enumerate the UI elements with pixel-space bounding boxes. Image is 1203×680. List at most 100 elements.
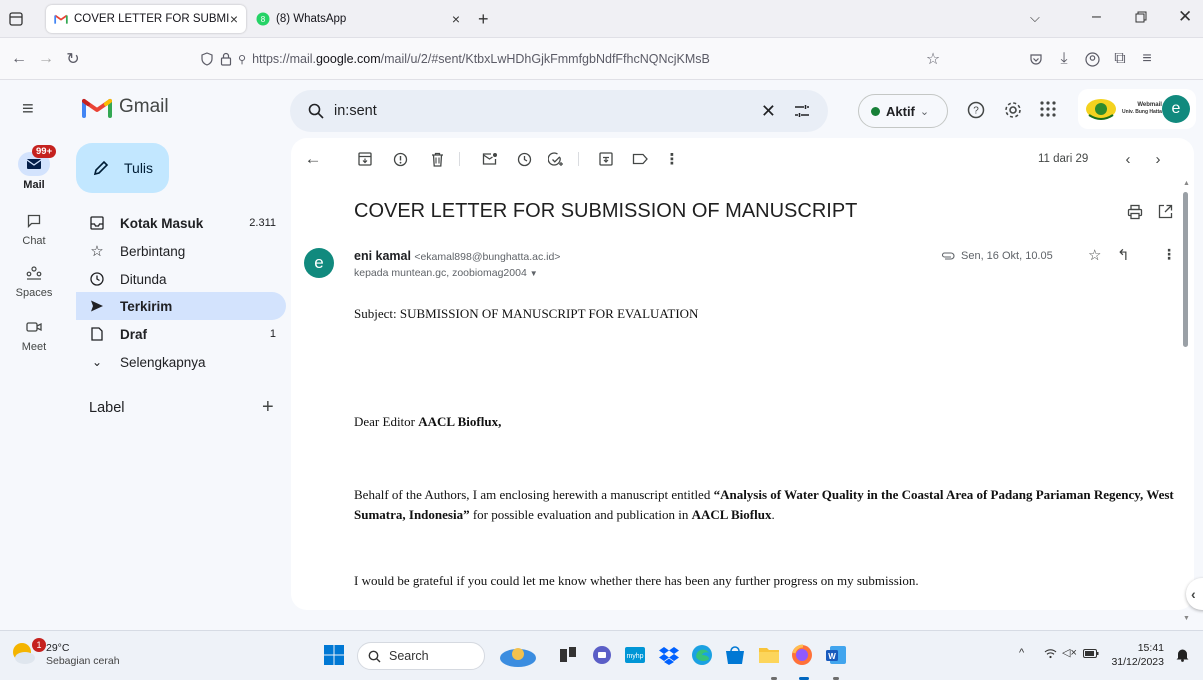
url-bar[interactable]: ⚲ https://mail. google.com/mail/u/2/#sent… — [200, 43, 945, 75]
sidebar-item-inbox[interactable]: Kotak Masuk 2.311 — [76, 209, 286, 237]
apps-grid-icon[interactable] — [1040, 101, 1056, 117]
nav-count: 1 — [269, 328, 276, 340]
meet-icon — [23, 316, 45, 338]
tab-gmail[interactable]: COVER LETTER FOR SUBMISSIO × — [46, 5, 246, 33]
back-to-list-icon[interactable]: ← — [304, 149, 322, 168]
pocket-icon[interactable] — [1025, 48, 1047, 70]
reply-icon[interactable]: ↰ — [1117, 246, 1130, 264]
forward-icon[interactable]: → — [35, 48, 57, 70]
store-icon[interactable] — [724, 644, 748, 668]
taskbar-search[interactable]: Search — [357, 642, 485, 670]
open-in-new-window-icon[interactable] — [1158, 204, 1173, 219]
message-more-icon[interactable]: ⋮ — [1162, 246, 1176, 263]
older-icon[interactable]: › — [1149, 150, 1167, 168]
search-bar[interactable]: in:sent ✕ — [290, 90, 828, 132]
sidebar-item-snoozed[interactable]: Ditunda — [76, 265, 286, 293]
sidebar-item-sent[interactable]: Terkirim — [76, 292, 286, 320]
sidebar-item-starred[interactable]: ☆ Berbintang — [76, 237, 286, 265]
scroll-down-icon[interactable]: ▼ — [1183, 615, 1190, 623]
rail-item-chat[interactable]: Chat — [0, 210, 68, 247]
reload-icon[interactable]: ↻ — [62, 48, 84, 70]
tray-overflow-icon[interactable]: ^ — [1019, 647, 1024, 659]
snooze-icon[interactable] — [515, 150, 533, 168]
sidebar-item-more[interactable]: ⌄ Selengkapnya — [76, 348, 286, 376]
p1-end: . — [771, 507, 775, 522]
main-menu-icon[interactable]: ≡ — [22, 98, 34, 121]
sidebar-item-drafts[interactable]: Draf 1 — [76, 320, 286, 348]
more-options-icon[interactable]: ⋮ — [663, 150, 681, 168]
recipients-line[interactable]: kepada muntean.gc, zoobiomag2004 ▼ — [354, 267, 538, 279]
close-window-icon[interactable]: ✕ — [1178, 7, 1192, 27]
compose-button[interactable]: Tulis — [76, 143, 169, 193]
notification-bell-icon[interactable] — [1176, 647, 1189, 662]
scrollbar[interactable]: ▲ ▼ — [1182, 180, 1190, 625]
rail-item-meet[interactable]: Meet — [0, 316, 68, 353]
file-explorer-icon[interactable] — [758, 644, 782, 668]
mail-icon: 99+ — [18, 145, 57, 176]
app-menu-icon[interactable]: ≡ — [1136, 48, 1158, 70]
search-options-icon[interactable] — [794, 104, 810, 118]
email-body: Subject: SUBMISSION OF MANUSCRIPT FOR EV… — [354, 304, 1184, 591]
star-icon[interactable]: ☆ — [1088, 246, 1101, 264]
move-to-icon[interactable] — [597, 150, 615, 168]
wifi-icon[interactable] — [1044, 648, 1057, 659]
restore-icon[interactable] — [1135, 11, 1147, 23]
word-icon[interactable]: W — [825, 644, 849, 668]
tab-overview-icon[interactable] — [8, 11, 24, 27]
minimize-icon[interactable]: – — [1092, 8, 1101, 26]
report-spam-icon[interactable] — [391, 150, 409, 168]
search-icon[interactable] — [308, 103, 324, 119]
rail-item-mail[interactable]: 99+ Mail — [0, 145, 68, 191]
svg-text:8: 8 — [261, 15, 266, 24]
status-button[interactable]: Aktif ⌄ — [858, 94, 948, 128]
newer-icon[interactable]: ‹ — [1119, 150, 1137, 168]
print-icon[interactable] — [1127, 204, 1143, 220]
battery-icon[interactable] — [1083, 649, 1099, 658]
close-tab-icon[interactable]: × — [230, 11, 238, 27]
add-label-button[interactable]: + — [262, 396, 274, 419]
list-tabs-icon[interactable]: ⌵ — [1030, 10, 1040, 26]
start-windows-icon[interactable] — [323, 644, 347, 668]
search-input[interactable]: in:sent — [334, 103, 377, 119]
compose-label: Tulis — [124, 160, 154, 176]
url-path: /mail/u/2/#sent/KtbxLwHDhGjkFmmfgbNdfFfh… — [380, 52, 710, 66]
back-icon[interactable]: ← — [8, 48, 30, 70]
teams-chat-icon[interactable] — [591, 644, 615, 668]
downloads-icon[interactable]: ⤓ — [1053, 48, 1075, 70]
firefox-icon[interactable] — [791, 644, 815, 668]
settings-gear-icon[interactable] — [1003, 100, 1023, 120]
temperature: 29°C — [46, 642, 70, 654]
volume-muted-icon[interactable]: ◁× — [1062, 646, 1077, 659]
delete-icon[interactable] — [428, 150, 446, 168]
myhp-icon[interactable]: myhp — [624, 644, 648, 668]
tab-whatsapp[interactable]: 8 (8) WhatsApp × — [248, 5, 468, 33]
clock[interactable]: 15:41 31/12/2023 — [1108, 641, 1164, 669]
permissions-icon[interactable]: ⚲ — [238, 53, 246, 66]
mark-unread-icon[interactable] — [481, 150, 499, 168]
scroll-up-icon[interactable]: ▲ — [1183, 180, 1190, 188]
dropbox-icon[interactable] — [658, 644, 682, 668]
news-widget-icon[interactable] — [498, 644, 538, 668]
sender-avatar[interactable]: e — [304, 248, 334, 278]
edge-browser-icon[interactable] — [691, 644, 715, 668]
scroll-thumb[interactable] — [1183, 192, 1188, 347]
spaces-icon — [23, 262, 45, 284]
new-tab-button[interactable]: + — [478, 9, 489, 30]
sender-name[interactable]: eni kamal — [354, 249, 411, 263]
label-icon[interactable] — [631, 150, 649, 168]
tab-title: (8) WhatsApp — [276, 13, 347, 25]
archive-icon[interactable] — [356, 150, 374, 168]
weather-widget[interactable]: 1 29°C Sebagian cerah — [8, 638, 120, 670]
account-icon[interactable] — [1081, 48, 1103, 70]
extensions-icon[interactable]: ⧉ — [1109, 48, 1131, 70]
close-tab-icon[interactable]: × — [452, 11, 460, 27]
bookmark-star-icon[interactable]: ☆ — [922, 48, 944, 70]
help-icon[interactable]: ? — [967, 101, 985, 119]
gmail-logo[interactable]: Gmail — [82, 96, 169, 118]
account-switcher[interactable]: Webmail Univ. Bung Hatta e — [1078, 89, 1196, 129]
clear-search-icon[interactable]: ✕ — [761, 101, 776, 122]
avatar[interactable]: e — [1162, 95, 1190, 123]
task-view-icon[interactable] — [557, 644, 581, 668]
add-task-icon[interactable] — [547, 150, 565, 168]
rail-item-spaces[interactable]: Spaces — [0, 262, 68, 299]
